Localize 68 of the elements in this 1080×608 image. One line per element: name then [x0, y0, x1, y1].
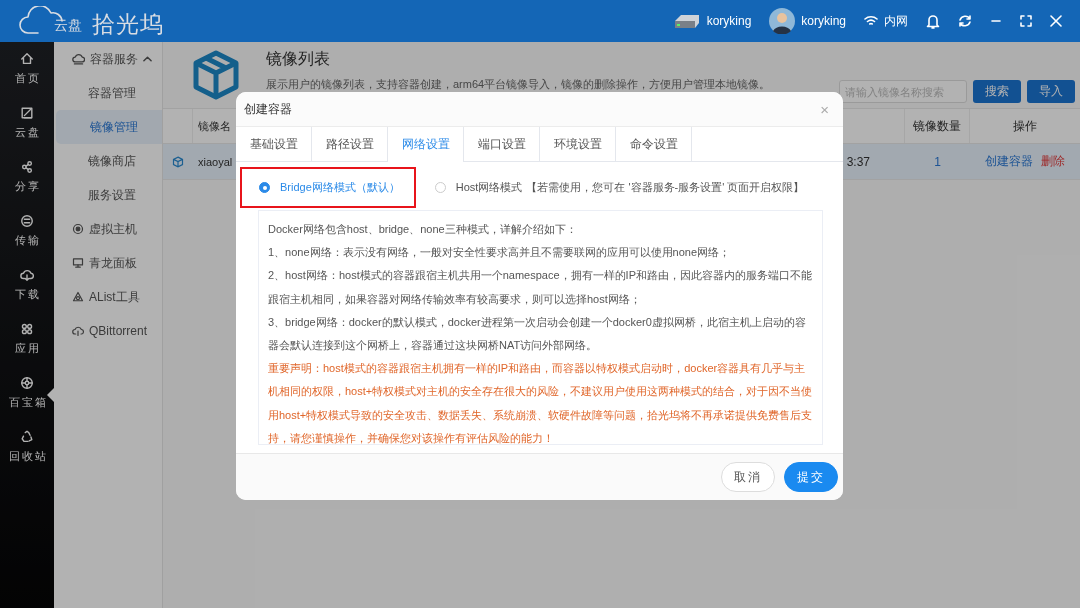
info-paragraph: 2、host网络：host模式的容器跟宿主机共用一个namespace，拥有一样的IP和路由，因此容器内的服务端口不能跟宿主机相同，如果容器对网络传输效率有较高要求，则可以选择host网络；: [268, 268, 813, 307]
nav-item[interactable]: 镜像商店: [54, 144, 162, 178]
page-description: 展示用户的镜像列表，支持容器创建，arm64平台镜像导入，镜像的删除操作，方便用户管理本地镜像。: [266, 76, 772, 92]
nav-item[interactable]: QBittorrent: [54, 314, 162, 348]
device-name[interactable]: koryking: [706, 14, 752, 28]
hard-drive-icon: [672, 13, 701, 29]
action-link[interactable]: 创建容器: [985, 153, 1033, 170]
column-header: 镜像数量: [913, 117, 961, 135]
warning-paragraph: 重要声明：host模式的容器跟宿主机拥有一样的IP和路由，而容器以特权模式启动时，docker容器具有几乎与主机相同的权限，host+特权模式对主机的安全存在很大的风险，不建议用户使用这两种模式的结合，对于因不当使用host+特权模式导致的安全攻击、数据丢失、系统崩溃、软硬件故障等问题，拾光坞将不再承诺提供免费售后支持，请您谨慎操作，并确保您对该操作有评估风险的能力！: [268, 361, 813, 446]
nav-item[interactable]: 百宝箱: [0, 366, 54, 420]
page-title: 镜像列表: [266, 48, 331, 69]
nav-icon: [20, 376, 34, 390]
nav-item[interactable]: 首页: [0, 42, 54, 96]
nav-item[interactable]: 回收站: [0, 420, 54, 474]
nav-item[interactable]: 容器管理: [54, 76, 162, 110]
info-paragraph: 3、bridge网络：docker的默认模式，docker进程第一次启动会创建一个docker0虚拟网桥，此宿主机上启动的容器会默认连接到这个网桥上，容器通过这块网桥NAT访问外部网络。: [268, 314, 807, 353]
nav-item[interactable]: 云盘: [0, 96, 54, 150]
nav-item[interactable]: 应用: [0, 312, 54, 366]
submit-button[interactable]: 提交: [784, 462, 838, 492]
nav-item[interactable]: 镜像管理: [56, 110, 162, 144]
info-paragraph: Docker网络包含host、bridge、none三种模式，详解介绍如下：: [268, 222, 578, 237]
cube-icon: [172, 155, 184, 168]
action-link[interactable]: 删除: [1041, 153, 1065, 170]
nav-item[interactable]: 下载: [0, 258, 54, 312]
nav-item[interactable]: AList工具: [54, 280, 162, 314]
nav-item[interactable]: 传输: [0, 204, 54, 258]
nav-item[interactable]: 服务设置: [54, 178, 162, 212]
app-name: 拾光坞: [92, 13, 164, 36]
dialog-title: 创建容器: [244, 100, 292, 118]
table-cell: xiaoyal: [198, 155, 233, 168]
nav-icon: [72, 223, 84, 235]
toolbar-button[interactable]: 导入: [1027, 80, 1075, 103]
info-paragraph: 1、none网络：表示没有网络，一般对安全性要求高并且不需要联网的应用可以使用none网络；: [268, 245, 732, 261]
nav-item[interactable]: 分享: [0, 150, 54, 204]
nav-icon: [72, 257, 84, 269]
avatar-icon[interactable]: [769, 8, 796, 34]
nav-icon: [20, 214, 34, 228]
option-note: 【若需使用，您可在 '容器服务-服务设置' 页面开启权限】: [526, 180, 805, 195]
radio-option[interactable]: Bridge网络模式（默认）: [259, 180, 400, 195]
nav-icon: [20, 322, 34, 336]
logo-badge-text: 云盘: [54, 18, 82, 32]
table-cell: 1: [934, 154, 941, 169]
nav-item[interactable]: 青龙面板: [54, 246, 162, 280]
radio-option[interactable]: Host网络模式: [434, 180, 523, 195]
cancel-button[interactable]: 取消: [721, 462, 775, 492]
caret-icon: [143, 56, 152, 62]
table-cell: 3:37: [846, 154, 870, 169]
tab[interactable]: 网络设置: [388, 127, 464, 162]
cloud-icon: [72, 52, 85, 66]
fullscreen-icon[interactable]: [1020, 15, 1032, 27]
nav-icon: [20, 160, 34, 174]
nav-icon: [20, 106, 34, 120]
user-name[interactable]: koryking: [801, 14, 846, 28]
toolbar-button[interactable]: 搜索: [973, 80, 1021, 103]
nav-icon: [20, 430, 34, 444]
column-header: 镜像名: [198, 118, 231, 134]
wifi-icon: [864, 15, 878, 27]
refresh-icon[interactable]: [958, 14, 972, 28]
nav-icon: [20, 52, 34, 66]
nav-item[interactable]: 虚拟主机: [54, 212, 162, 246]
nav-icon: [20, 268, 34, 282]
network-label: 内网: [884, 12, 908, 30]
column-header: 操作: [1013, 117, 1037, 135]
nav-icon: [72, 325, 84, 337]
nav-icon: [72, 291, 84, 303]
bell-icon[interactable]: [926, 13, 940, 29]
close-icon[interactable]: [1050, 15, 1062, 27]
nav-group[interactable]: 容器服务: [54, 42, 162, 76]
